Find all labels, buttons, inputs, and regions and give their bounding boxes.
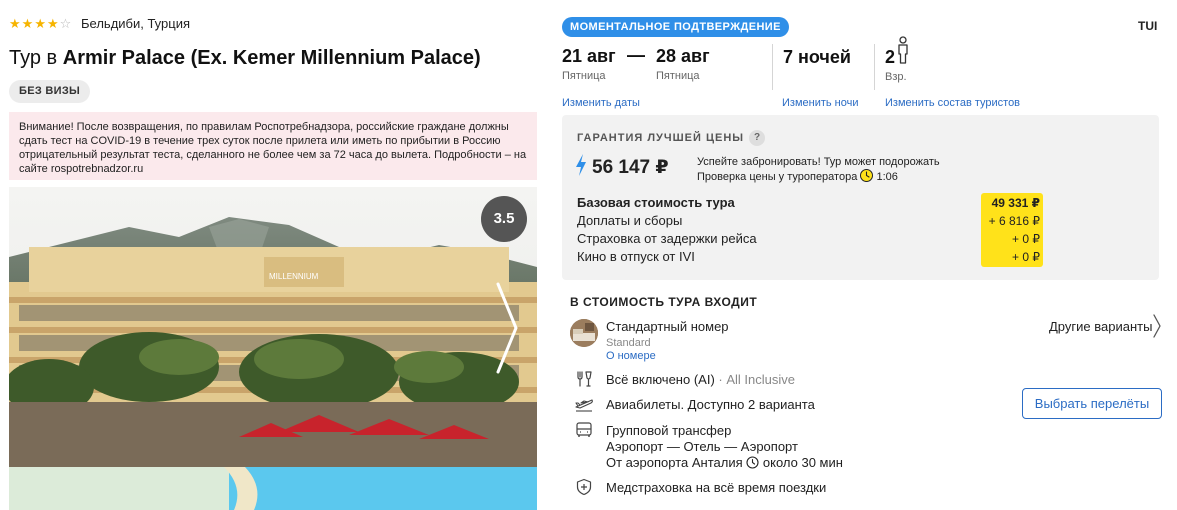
price-row-value: + 0 ₽ <box>1012 232 1040 246</box>
price-row-value: + 6 816 ₽ <box>988 214 1040 228</box>
chevron-right-icon[interactable] <box>1152 313 1162 339</box>
transfer-duration: От аэропорта Анталия около 30 мин <box>606 454 843 471</box>
includes-heading: В СТОИМОСТЬ ТУРА ВХОДИТ <box>570 295 758 309</box>
star-filled-icon: ★ <box>21 16 34 31</box>
date-from-day: Пятница <box>562 70 606 82</box>
price-row-label: Доплаты и сборы <box>577 213 683 228</box>
price-row-value: + 0 ₽ <box>1012 250 1040 264</box>
price-check-text: Проверка цены у туроператора <box>697 171 858 183</box>
date-from-value: 21 авг <box>562 46 616 66</box>
transfer-from: От аэропорта Анталия <box>606 455 743 470</box>
meal-icon <box>577 371 592 387</box>
adults-label: Взр. <box>885 71 907 83</box>
lightning-icon <box>576 154 586 176</box>
price-row-label: Базовая стоимость тура <box>577 195 735 210</box>
help-icon[interactable]: ? <box>749 130 765 146</box>
change-dates-link[interactable]: Изменить даты <box>562 96 640 110</box>
star-filled-icon: ★ <box>9 16 21 31</box>
total-price: 56 147 ₽ <box>592 157 669 178</box>
date-dash: — <box>627 45 645 65</box>
price-row-value: 49 331 ₽ <box>991 196 1040 210</box>
other-variants-link[interactable]: Другие варианты <box>1049 318 1152 335</box>
adults-count: 2 <box>885 47 896 67</box>
hotel-stars: ★ ★ ★ ★ ☆ <box>9 16 71 32</box>
visa-free-badge: БЕЗ ВИЗЫ <box>9 80 91 103</box>
title-prefix: Тур в <box>9 47 58 69</box>
star-empty-icon: ☆ <box>59 16 72 31</box>
price-note-line2: Проверка цены у туроператора 1:06 <box>697 169 940 184</box>
price-note: Успейте забронировать! Тур может подорож… <box>697 155 940 184</box>
choose-flights-button[interactable]: Выбрать перелёты <box>1022 388 1162 419</box>
clock-icon <box>746 456 759 469</box>
hotel-rating-badge: 3.5 <box>481 196 527 242</box>
change-nights-link[interactable]: Изменить ночи <box>782 96 859 110</box>
tour-operator: TUI <box>1138 19 1158 33</box>
transfer-route: Аэропорт — Отель — Аэропорт <box>606 439 798 454</box>
meal-plan-name: Всё включено (AI) <box>606 372 715 387</box>
date-to: 28 авг Пятница <box>656 45 710 83</box>
hotel-name: Armir Palace (Ex. Kemer Millennium Palac… <box>62 47 481 69</box>
star-filled-icon: ★ <box>34 16 46 31</box>
airplane-icon <box>575 399 593 412</box>
price-timer: 1:06 <box>876 171 898 183</box>
room-type-sub: Standard <box>606 337 651 349</box>
hotel-location: Бельдиби, Турция <box>81 16 191 31</box>
room-thumbnail[interactable] <box>570 319 598 347</box>
price-row-label: Страховка от задержки рейса <box>577 231 757 246</box>
room-details-link[interactable]: О номере <box>606 349 656 363</box>
date-from: 21 авг Пятница <box>562 45 616 83</box>
meal-plan-sub: · All Inclusive <box>714 372 795 387</box>
transfer-time: около 30 мин <box>762 455 843 470</box>
bus-icon <box>576 422 592 437</box>
price-note-line1: Успейте забронировать! Тур может подорож… <box>697 156 940 168</box>
covid-notice: Внимание! После возвращения, по правилам… <box>9 112 537 180</box>
star-filled-icon: ★ <box>46 16 59 31</box>
meal-plan: Всё включено (AI) · All Inclusive <box>606 371 795 388</box>
photo-sign-text: MILLENNIUM <box>269 272 319 281</box>
instant-confirmation-badge: МОМЕНТАЛЬНОЕ ПОДТВЕРЖДЕНИЕ <box>562 17 789 37</box>
shield-icon <box>576 478 592 496</box>
flights-info: Авиабилеты. Доступно 2 варианта <box>606 397 815 412</box>
room-type: Стандартный номер <box>606 319 729 334</box>
divider <box>772 44 773 90</box>
room-image <box>570 319 598 347</box>
timer-icon <box>860 169 874 182</box>
chevron-right-icon[interactable] <box>492 278 522 378</box>
hotel-photo-image: MILLENNIUM <box>9 187 537 510</box>
change-tourists-link[interactable]: Изменить состав туристов <box>885 96 1020 110</box>
hotel-photo[interactable]: MILLENNIUM <box>9 187 537 510</box>
adult-person-icon <box>898 36 908 64</box>
transfer-type: Групповой трансфер <box>606 423 732 438</box>
price-row-label: Кино в отпуск от IVI <box>577 249 695 264</box>
divider <box>874 44 875 90</box>
best-price-guarantee: ГАРАНТИЯ ЛУЧШЕЙ ЦЕНЫ <box>577 132 745 144</box>
medical-insurance: Медстраховка на всё время поездки <box>606 480 827 495</box>
page-title: Тур в Armir Palace (Ex. Kemer Millennium… <box>9 45 481 71</box>
date-to-day: Пятница <box>656 70 700 82</box>
date-to-value: 28 авг <box>656 46 710 66</box>
nights-count: 7 ночей <box>783 47 851 67</box>
